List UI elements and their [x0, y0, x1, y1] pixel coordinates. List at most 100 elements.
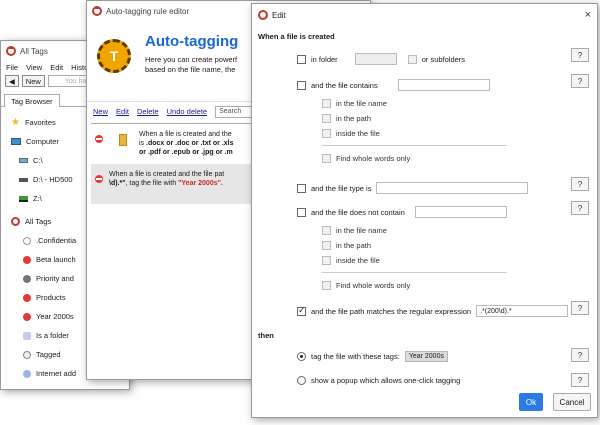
tree-label: Year 2000s [36, 312, 74, 321]
desc-line: Here you can create powerf [145, 55, 238, 64]
whole-words-label-2: Find whole words only [336, 281, 411, 290]
tree-label: D:\ - HD500 [33, 175, 73, 184]
back-button[interactable]: ◀ [5, 75, 19, 87]
folder-icon [119, 134, 127, 146]
in-folder-row: in folder or subfolders [297, 53, 465, 65]
tree-label: Beta launch [36, 255, 76, 264]
in-file-name-label: in the file name [336, 99, 387, 108]
file-contains-checkbox[interactable] [297, 80, 306, 90]
regex-input[interactable]: .*(200\d).* [476, 305, 569, 317]
section-when: When a file is created [258, 32, 335, 41]
help-button-folder[interactable]: ? [571, 48, 589, 62]
rule-line: is .docx or .doc or .txt or .xls [139, 139, 234, 148]
inside-file-checkbox-2[interactable] [322, 256, 331, 265]
rule-editor-heading: Auto-tagging [145, 33, 239, 50]
app-logo-icon [92, 6, 102, 16]
divider [322, 145, 507, 146]
tag-icon [23, 350, 31, 359]
edit-titlebar[interactable]: Edit × [252, 4, 597, 26]
disabled-rule-icon[interactable] [95, 135, 103, 143]
computer-icon [11, 138, 21, 145]
undo-delete-link[interactable]: Undo delete [167, 107, 207, 116]
path-regex-checkbox[interactable] [297, 305, 306, 316]
new-button[interactable]: New [21, 75, 45, 87]
tree-label: .Confidentia [36, 236, 77, 245]
help-button-type[interactable]: ? [571, 177, 589, 191]
tag-with-radio[interactable] [297, 352, 306, 361]
in-path-checkbox[interactable] [322, 114, 331, 123]
rule-editor-title: Auto-tagging rule editor [106, 6, 190, 16]
help-button-regex[interactable]: ? [571, 301, 589, 315]
edit-title-wrap: Edit [258, 10, 286, 20]
help-button-popup[interactable]: ? [571, 373, 589, 387]
edit-rule-link[interactable]: Edit [116, 107, 129, 116]
popup-row: show a popup which allows one-click tagg… [297, 376, 460, 385]
rule-line: When a file is created and the [139, 131, 232, 138]
cancel-button[interactable]: Cancel [553, 393, 591, 411]
new-rule-link[interactable]: New [93, 107, 108, 116]
desc-line: based on the file name, the [145, 65, 236, 74]
tree-label: Products [36, 293, 66, 302]
help-button-not-contain[interactable]: ? [571, 201, 589, 215]
drive-icon [19, 177, 28, 182]
rule-text-plain: , tag the file with [125, 180, 179, 187]
inside-file-checkbox[interactable] [322, 129, 331, 138]
app-logo-icon [6, 46, 16, 56]
menu-view[interactable]: View [26, 63, 42, 72]
or-subfolders-checkbox[interactable] [407, 54, 417, 64]
tag-icon [23, 274, 31, 283]
help-button-tag[interactable]: ? [571, 348, 589, 362]
popup-radio[interactable] [297, 376, 306, 385]
file-type-checkbox[interactable] [297, 183, 306, 193]
not-contain-label: and the file does not contain [311, 207, 405, 217]
in-folder-checkbox[interactable] [297, 54, 306, 64]
tag-icon [23, 255, 31, 264]
folder-field[interactable] [354, 53, 397, 65]
menu-file[interactable]: File [6, 63, 18, 72]
tree-label: Is a folder [36, 331, 69, 340]
rule-text-plain: is [139, 140, 146, 147]
menu-edit[interactable]: Edit [50, 63, 63, 72]
main-title: All Tags [20, 46, 48, 56]
rule-text-bold: .docx or .doc or .txt or .xls [146, 140, 234, 147]
in-file-name-row: in the file name [322, 99, 387, 108]
in-path-label-2: in the path [336, 241, 372, 250]
in-file-name-checkbox-2[interactable] [322, 226, 331, 235]
rule-line: \d).*", tag the file with "Year 2000s". [109, 179, 224, 188]
gear-icon: T [97, 39, 131, 73]
in-file-name-label-2: in the file name [336, 226, 387, 235]
rule-tag-text: "Year 2000s". [178, 180, 223, 187]
in-path-checkbox-2[interactable] [322, 241, 331, 250]
file-contains-field[interactable] [397, 79, 490, 91]
whole-words-row-2: Find whole words only [322, 281, 410, 290]
whole-words-checkbox-2[interactable] [322, 281, 331, 290]
tree-label: C:\ [33, 156, 43, 165]
star-icon: ★ [11, 117, 20, 128]
tag-logo-icon [11, 217, 20, 226]
file-contains-row: and the file contains [297, 79, 490, 91]
inside-file-label: inside the file [336, 129, 380, 138]
in-folder-label: in folder [311, 54, 338, 64]
tag-icon [23, 331, 31, 340]
help-button-contains[interactable]: ? [571, 74, 589, 88]
file-type-field[interactable] [376, 182, 529, 194]
in-file-name-checkbox[interactable] [322, 99, 331, 108]
not-contain-checkbox[interactable] [297, 207, 306, 217]
whole-words-checkbox[interactable] [322, 154, 331, 163]
close-icon[interactable]: × [585, 9, 591, 21]
tree-label: Favorites [24, 118, 56, 127]
in-path-row-2: in the path [322, 241, 371, 250]
tag-icon [23, 369, 31, 378]
disabled-rule-icon[interactable] [95, 175, 103, 183]
app-logo-icon [258, 10, 268, 20]
tag-with-row: tag the file with these tags: Year 2000s [297, 351, 448, 362]
not-contain-row: and the file does not contain [297, 206, 507, 218]
popup-label: show a popup which allows one-click tagg… [311, 376, 461, 385]
ok-button[interactable]: Ok [519, 393, 543, 411]
delete-rule-link[interactable]: Delete [137, 107, 159, 116]
tab-tag-browser[interactable]: Tag Browser [4, 94, 60, 107]
edit-title: Edit [272, 10, 286, 20]
in-path-label: in the path [336, 114, 372, 123]
not-contain-field[interactable] [414, 206, 507, 218]
tag-chip[interactable]: Year 2000s [404, 351, 448, 362]
